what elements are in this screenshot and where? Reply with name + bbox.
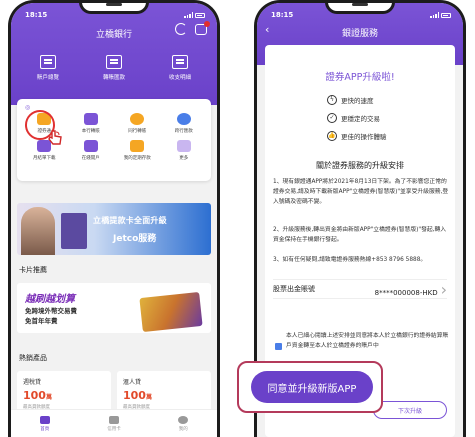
paragraph-1: 1、現有銀證通APP將於2021年8月13日下架。為了不影響您正常的證券交易,請…: [273, 179, 449, 205]
signal-icon: [184, 12, 193, 18]
promo-headline: 越刷越划算: [25, 294, 75, 305]
account-icon: [83, 140, 98, 152]
quick-item-open-account[interactable]: 在綫開戶: [68, 140, 115, 161]
transfer-icon: [83, 113, 98, 125]
tab-label: 信用卡: [107, 426, 121, 432]
chevron-right-icon: ›: [440, 279, 447, 299]
menu-item-statement[interactable]: 收支明細: [150, 55, 210, 81]
feature-label: 更穩定的交易: [341, 115, 380, 123]
quick-label: 月結單下載: [33, 156, 56, 161]
quick-item-same-bank[interactable]: 同行轉賬: [114, 113, 161, 134]
lightning-icon: ϟ: [327, 95, 337, 105]
agree-upgrade-button[interactable]: 同意並升級新版APP: [251, 371, 373, 403]
notification-dot: [204, 20, 210, 27]
agreement-row: 本人已細心閱讀上述安排並同意將本人於立橋銀行的證券結算賬戶資金轉至本人於立橋證券…: [275, 331, 449, 351]
tab-me[interactable]: 我的: [178, 415, 189, 432]
promo-banner[interactable]: 立橋提款卡全面升級 Jetco服務: [17, 203, 211, 255]
card-icon: [109, 415, 119, 424]
account-value: 8****000008-HKD: [374, 288, 438, 297]
menu-label: 賬戶總覽: [36, 75, 59, 81]
battery-icon: [441, 12, 451, 18]
quick-label: 我的定期存款: [123, 156, 151, 161]
atm-image: [61, 213, 87, 249]
feature-label: 更佳的操作體驗: [341, 133, 387, 141]
battery-icon: [195, 12, 205, 18]
signal-icon: [430, 12, 439, 18]
hand-pointer-icon: [48, 130, 62, 145]
account-row[interactable]: 股票出金賬號 8****000008-HKD ›: [273, 279, 447, 299]
screenshot-canvas: 18:15 立橋銀行 賬戶總覽 轉賬匯款 收支明細 ◎ 證券通 本行轉賬 同行轉…: [0, 0, 475, 437]
product-unit: 萬: [45, 394, 52, 401]
quick-label: 本行轉賬: [81, 129, 100, 134]
left-phone: 18:15 立橋銀行 賬戶總覽 轉賬匯款 收支明細 ◎ 證券通 本行轉賬 同行轉…: [8, 0, 220, 437]
card-promo[interactable]: 越刷越划算 免跨境外幣交易費 免首年年費: [17, 283, 211, 333]
page-title: 銀證服務: [341, 29, 378, 39]
status-time: 18:15: [271, 11, 294, 19]
product-value: 100: [23, 389, 46, 402]
message-icon[interactable]: [195, 20, 210, 35]
quick-label: 更多: [179, 156, 189, 161]
banner-line1: 立橋提款卡全面升級: [93, 216, 167, 225]
remit-icon: [176, 113, 191, 125]
tab-bar: 首頁 信用卡 我的: [11, 409, 217, 437]
notch: [79, 3, 149, 14]
paragraph-3: 3、如有任何疑問,請致電證券服務熱線+853 8796 5888。: [273, 257, 427, 263]
promo-line1: 免跨境外幣交易費: [25, 307, 77, 315]
quick-item-time-deposit[interactable]: 我的定期存款: [114, 140, 161, 161]
notch: [325, 3, 395, 14]
eye-icon[interactable]: ◎: [25, 104, 30, 111]
agreement-text: 本人已細心閱讀上述安排並同意將本人於立橋銀行的證券結算賬戶資金轉至本人於立橋證券…: [286, 333, 449, 349]
user-icon: [178, 415, 189, 424]
status-time: 18:15: [25, 11, 48, 19]
hot-section-title: 熱銷產品: [19, 354, 47, 362]
product-unit: 萬: [145, 394, 152, 401]
feature-label: 更快的速度: [341, 97, 374, 105]
feature-item: ϟ 更快的速度: [327, 95, 374, 105]
agree-checkbox[interactable]: [275, 343, 282, 350]
coin-icon: [130, 113, 145, 125]
product-name: 週稅貸: [23, 379, 42, 386]
deposit-icon: [130, 140, 145, 152]
banner-line2: Jetco服務: [113, 234, 157, 244]
quick-item-remittance[interactable]: 跨行匯款: [161, 113, 208, 134]
promo-line2: 免首年年費: [25, 317, 58, 325]
section-title: 關於證券服務的升級安排: [316, 161, 404, 170]
cta-highlight-box: 同意並升級新版APP: [237, 361, 383, 413]
top-menu: 賬戶總覽 轉賬匯款 收支明細: [11, 55, 217, 81]
credit-card-image: [139, 291, 203, 333]
person-image: [21, 207, 55, 255]
tab-home[interactable]: 首頁: [39, 415, 50, 432]
more-icon: [176, 140, 191, 152]
product-value: 100: [123, 389, 146, 402]
feature-item: 👍 更佳的操作體驗: [327, 131, 387, 141]
transfer-icon: [106, 55, 122, 69]
product-name: 滙人貸: [123, 379, 142, 386]
tab-credit-card[interactable]: 信用卡: [107, 415, 121, 432]
upgrade-title: 證券APP升級啦!: [325, 72, 395, 83]
thumbs-up-icon: 👍: [327, 131, 337, 141]
quick-item-internal-transfer[interactable]: 本行轉賬: [68, 113, 115, 134]
menu-item-accounts[interactable]: 賬戶總覽: [18, 55, 78, 81]
home-icon: [39, 415, 50, 424]
quick-label: 跨行匯款: [174, 129, 193, 134]
menu-label: 收支明細: [168, 75, 191, 81]
tab-label: 我的: [178, 426, 188, 432]
later-button[interactable]: 下次升級: [373, 401, 447, 419]
shield-icon: ✓: [327, 113, 337, 123]
quick-label: 在綫開戶: [81, 156, 100, 161]
account-label: 股票出金賬號: [273, 285, 315, 293]
quick-item-more[interactable]: 更多: [161, 140, 208, 161]
tab-label: 首頁: [40, 426, 50, 432]
menu-label: 轉賬匯款: [102, 75, 125, 81]
quick-actions-card: ◎ 證券通 本行轉賬 同行轉賬 跨行匯款 月結單下載 在綫開戶 我的定期存款 更…: [17, 99, 211, 181]
chart-icon: [40, 55, 56, 69]
paragraph-2: 2、升級服務後,轉出資金將由新版APP"立橋證券(智慧版)"發起,轉入資金保持在…: [273, 227, 447, 243]
menu-item-transfer[interactable]: 轉賬匯款: [84, 55, 144, 81]
card-section-title: 卡片推薦: [19, 266, 47, 274]
refresh-icon[interactable]: [175, 23, 187, 35]
quick-label: 同行轉賬: [128, 129, 147, 134]
list-icon: [172, 55, 188, 69]
feature-item: ✓ 更穩定的交易: [327, 113, 380, 123]
